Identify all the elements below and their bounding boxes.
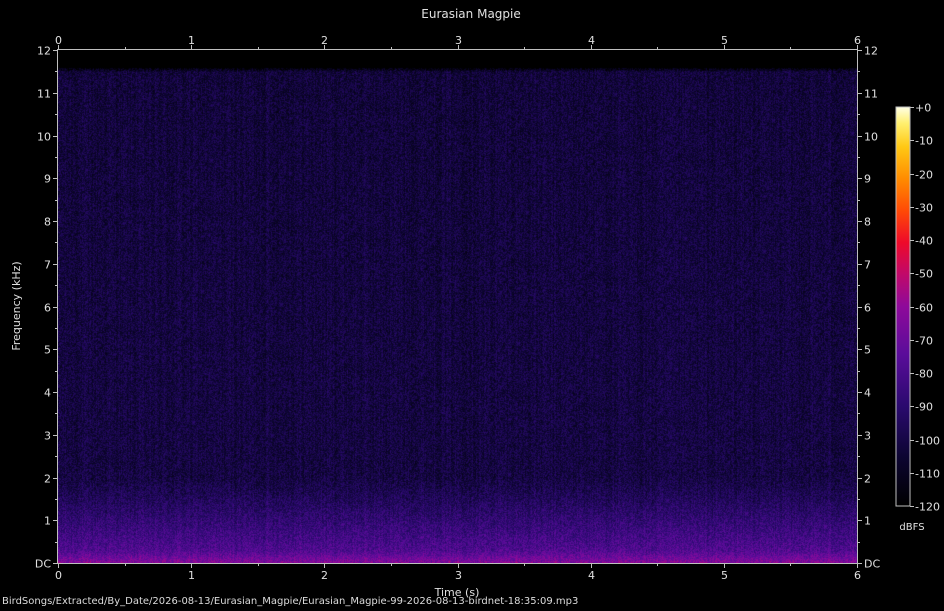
colorbar-tick-label: -10 — [915, 135, 933, 148]
x-tick-label-bottom: 4 — [588, 569, 595, 582]
colorbar-tick-label: -110 — [915, 468, 940, 481]
x-tick-label-bottom: 3 — [455, 569, 462, 582]
y-axis-label: Frequency (kHz) — [10, 261, 23, 350]
x-tick-label-top: 6 — [854, 34, 861, 47]
plot-frame — [57, 49, 858, 564]
y-tick-label-right: 10 — [864, 131, 878, 144]
y-tick-label-left: 12 — [37, 45, 51, 58]
x-tick-label-bottom: 6 — [854, 569, 861, 582]
x-tick-label-bottom: 0 — [55, 569, 62, 582]
x-tick-label-top: 2 — [321, 34, 328, 47]
x-tick-label-bottom: 2 — [321, 569, 328, 582]
colorbar-tick-label: +0 — [915, 102, 931, 115]
y-tick-label-right: 5 — [864, 344, 871, 357]
y-tick-label-left: 4 — [44, 387, 51, 400]
x-tick-label-top: 4 — [588, 34, 595, 47]
y-tick-label-left: 5 — [44, 344, 51, 357]
colorbar-tick-label: -120 — [915, 501, 940, 514]
y-tick-label-left: 10 — [37, 131, 51, 144]
colorbar-tick-label: -80 — [915, 368, 933, 381]
y-tick-label-right: 4 — [864, 387, 871, 400]
colorbar-tick-label: -100 — [915, 435, 940, 448]
x-tick-label-bottom: 1 — [188, 569, 195, 582]
y-tick-label-right: 3 — [864, 430, 871, 443]
x-tick-label-top: 0 — [55, 34, 62, 47]
y-tick-label-right: 2 — [864, 473, 871, 486]
y-tick-label-left: 3 — [44, 430, 51, 443]
file-path-footer: BirdSongs/Extracted/By_Date/2026-08-13/E… — [2, 596, 579, 607]
y-tick-label-left: 9 — [44, 173, 51, 186]
colorbar-tick-label: -50 — [915, 268, 933, 281]
y-tick-label-right: 8 — [864, 216, 871, 229]
chart-axes: Eurasian Magpie Time (s) Frequency (kHz)… — [10, 7, 940, 599]
colorbar-tick-label: -70 — [915, 335, 933, 348]
colorbar-label: dBFS — [899, 522, 924, 533]
y-tick-label-right: 9 — [864, 173, 871, 186]
x-tick-label-top: 3 — [455, 34, 462, 47]
y-tick-label-left: 2 — [44, 473, 51, 486]
y-tick-label-left: 8 — [44, 216, 51, 229]
y-tick-label-left: 7 — [44, 259, 51, 272]
x-tick-label-top: 5 — [721, 34, 728, 47]
x-tick-label-top: 1 — [188, 34, 195, 47]
y-tick-label-left: DC — [35, 558, 51, 571]
y-tick-label-right: 12 — [864, 45, 878, 58]
spectrogram-figure: Eurasian Magpie Time (s) Frequency (kHz)… — [0, 0, 944, 611]
colorbar-tick-label: -60 — [915, 302, 933, 315]
y-tick-label-right: DC — [864, 558, 880, 571]
colorbar — [895, 106, 911, 507]
y-tick-label-right: 11 — [864, 88, 878, 101]
y-tick-label-left: 1 — [44, 515, 51, 528]
y-tick-label-right: 1 — [864, 515, 871, 528]
y-tick-label-left: 11 — [37, 88, 51, 101]
chart-title: Eurasian Magpie — [421, 7, 521, 21]
colorbar-tick-label: -90 — [915, 401, 933, 414]
y-tick-label-right: 7 — [864, 259, 871, 272]
colorbar-tick-label: -20 — [915, 169, 933, 182]
colorbar-tick-label: -30 — [915, 202, 933, 215]
x-tick-label-bottom: 5 — [721, 569, 728, 582]
y-tick-label-left: 6 — [44, 302, 51, 315]
colorbar-tick-label: -40 — [915, 235, 933, 248]
y-tick-label-right: 6 — [864, 302, 871, 315]
